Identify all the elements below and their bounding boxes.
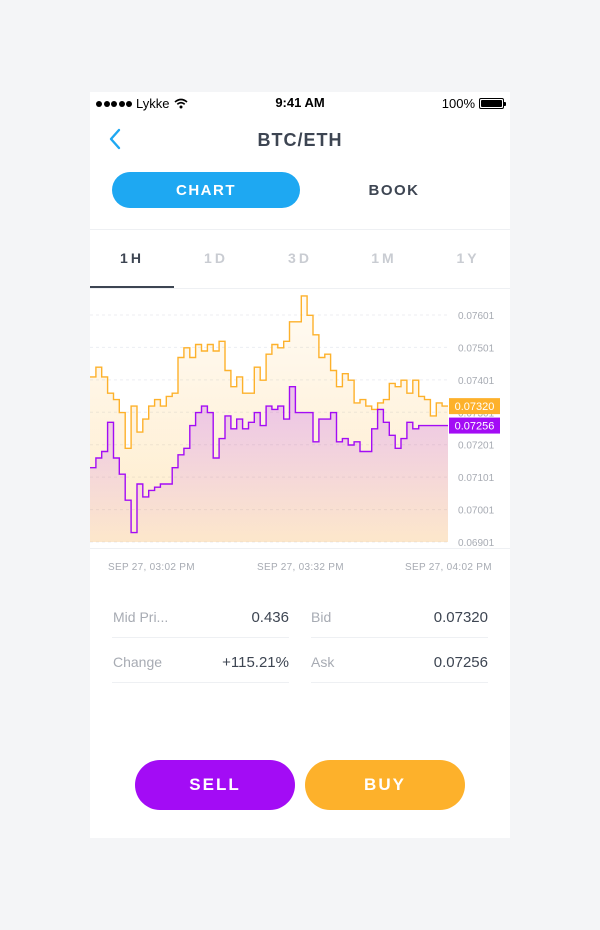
buy-button[interactable]: BUY [305, 760, 465, 810]
tab-chart[interactable]: CHART [112, 172, 300, 208]
bid-value: 0.07320 [433, 609, 488, 626]
y-tick-label: 0.07601 [458, 311, 495, 322]
divider [90, 229, 510, 230]
divider [311, 637, 488, 638]
y-tick-label: 0.07401 [458, 376, 495, 387]
mid-price-value: 0.436 [251, 609, 289, 626]
status-bar: Lykke 9:41 AM 100% [90, 92, 510, 114]
price-tag-label-ask: 0.07256 [455, 421, 495, 433]
change-label: Change [113, 654, 163, 670]
y-tick-label: 0.07201 [458, 441, 495, 452]
x-axis-label: SEP 27, 03:32 PM [257, 562, 344, 573]
battery-icon [479, 98, 506, 109]
timeframe-1m[interactable]: 1M [342, 250, 426, 266]
ask-value: 0.07256 [433, 654, 488, 671]
divider [112, 637, 289, 638]
timeframe-1h[interactable]: 1H [90, 250, 174, 266]
timeframe-1d[interactable]: 1D [174, 250, 258, 266]
phone-screen: Lykke 9:41 AM 100% BTC/ETH CHART BOOK 1H… [90, 92, 510, 838]
bid-label: Bid [311, 609, 332, 625]
divider [112, 682, 289, 683]
sell-button[interactable]: SELL [135, 760, 295, 810]
page-title: BTC/ETH [257, 130, 343, 150]
x-axis-label: SEP 27, 03:02 PM [108, 562, 195, 573]
mid-price-label: Mid Pri... [113, 609, 169, 625]
price-tag-label-bid: 0.07320 [455, 401, 495, 413]
price-chart: 0.076010.075010.074010.073010.072010.071… [90, 295, 500, 549]
ask-label: Ask [311, 654, 335, 670]
timeframe-3d[interactable]: 3D [258, 250, 342, 266]
change-value: +115.21% [222, 654, 289, 671]
y-tick-label: 0.07501 [458, 343, 495, 354]
battery-percent: 100% [441, 96, 475, 111]
divider [90, 548, 510, 549]
y-tick-label: 0.07001 [458, 506, 495, 517]
y-tick-label: 0.07101 [458, 473, 495, 484]
x-axis-label: SEP 27, 04:02 PM [405, 562, 492, 573]
divider [311, 682, 488, 683]
timeframe-1y[interactable]: 1Y [426, 250, 510, 266]
tab-book[interactable]: BOOK [300, 172, 488, 208]
